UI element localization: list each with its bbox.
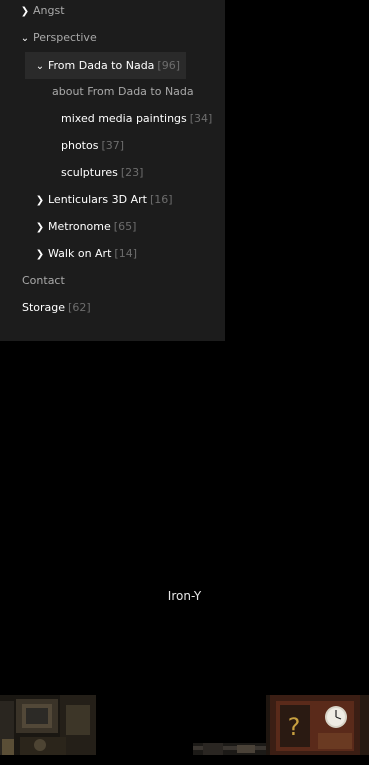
nav-item-label: Lenticulars 3D Art bbox=[48, 193, 147, 206]
nav-item-perspective[interactable]: ⌄ Perspective bbox=[20, 24, 97, 51]
nav-item-label: about From Dada to Nada bbox=[52, 85, 194, 98]
nav-item-label: Walk on Art bbox=[48, 247, 112, 260]
chevron-right-icon[interactable]: ❯ bbox=[35, 187, 45, 214]
nav-item-label: mixed media paintings bbox=[61, 112, 187, 125]
nav-item-contact[interactable]: Contact bbox=[22, 267, 65, 294]
thumbnail-artwork-1[interactable] bbox=[0, 695, 96, 755]
thumbnail-artwork-2[interactable] bbox=[193, 743, 266, 755]
nav-item-label: Contact bbox=[22, 274, 65, 287]
nav-item-angst[interactable]: ❯ Angst bbox=[20, 0, 65, 24]
nav-item-count: [62] bbox=[68, 301, 91, 314]
nav-item-label: Angst bbox=[33, 4, 65, 17]
artwork-caption: Iron-Y bbox=[167, 589, 202, 603]
nav-item-photos[interactable]: photos [37] bbox=[61, 132, 124, 159]
chevron-right-icon[interactable]: ❯ bbox=[35, 241, 45, 268]
nav-item-count: [96] bbox=[157, 59, 181, 72]
nav-item-count: [65] bbox=[113, 220, 137, 233]
nav-item-label: photos bbox=[61, 139, 99, 152]
nav-item-label: Storage bbox=[22, 301, 66, 314]
thumbnail-artwork-3[interactable]: ? bbox=[266, 695, 369, 755]
chevron-down-icon[interactable]: ⌄ bbox=[35, 53, 45, 80]
nav-item-label: Perspective bbox=[33, 31, 97, 44]
nav-item-metronome[interactable]: ❯ Metronome [65] bbox=[35, 213, 137, 241]
nav-item-count: [34] bbox=[189, 112, 213, 125]
thumbnail-image: ? bbox=[266, 695, 369, 755]
nav-item-lenticulars-3d-art[interactable]: ❯ Lenticulars 3D Art [16] bbox=[35, 186, 173, 213]
nav-item-count: [14] bbox=[114, 247, 137, 260]
nav-item-walk-on-art[interactable]: ❯ Walk on Art [14] bbox=[35, 240, 137, 267]
nav-item-about-from-dada-to-nada[interactable]: about From Dada to Nada bbox=[52, 78, 194, 105]
nav-item-count: [23] bbox=[120, 166, 144, 179]
nav-item-count: [16] bbox=[149, 193, 173, 206]
nav-item-label: From Dada to Nada bbox=[48, 59, 155, 72]
nav-item-label: sculptures bbox=[61, 166, 118, 179]
chevron-down-icon[interactable]: ⌄ bbox=[20, 25, 30, 52]
nav-item-sculptures[interactable]: sculptures [23] bbox=[61, 159, 143, 186]
nav-item-count: [37] bbox=[101, 139, 125, 152]
svg-text:?: ? bbox=[288, 713, 301, 741]
nav-item-mixed-media-paintings[interactable]: mixed media paintings [34] bbox=[61, 105, 212, 132]
nav-item-from-dada-to-nada[interactable]: ⌄ From Dada to Nada [96] bbox=[25, 52, 186, 79]
thumbnail-image bbox=[0, 695, 96, 755]
nav-item-label: Metronome bbox=[48, 220, 111, 233]
chevron-right-icon[interactable]: ❯ bbox=[35, 214, 45, 241]
nav-item-storage[interactable]: Storage [62] bbox=[22, 294, 91, 321]
chevron-right-icon[interactable]: ❯ bbox=[20, 0, 30, 25]
thumbnail-image bbox=[193, 743, 266, 755]
navigation-panel: ❯ Angst ⌄ Perspective ⌄ From Dada to Nada [9… bbox=[0, 0, 225, 341]
